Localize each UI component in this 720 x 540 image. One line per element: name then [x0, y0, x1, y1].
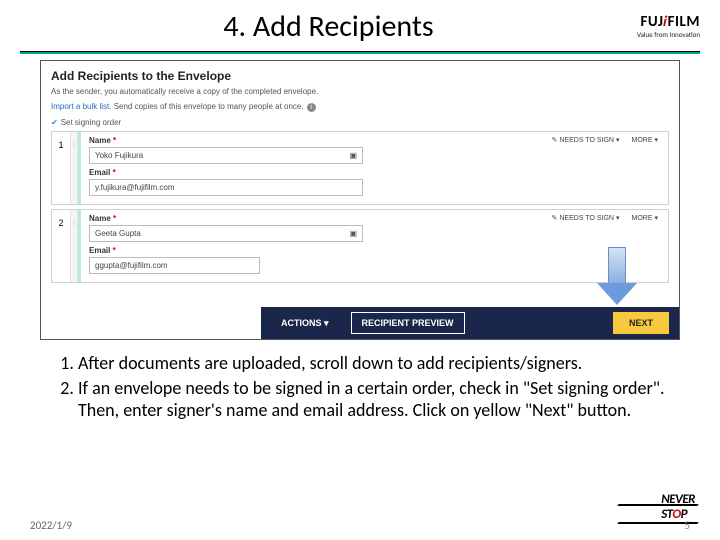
- addressbook-icon[interactable]: ▣: [350, 151, 358, 160]
- more-dropdown[interactable]: MORE ▾: [631, 214, 658, 222]
- recipient-row: 1 ⋮⋮ ✎NEEDS TO SIGN ▾ MORE ▾ Name * Yoko…: [51, 131, 669, 205]
- instructions: After documents are uploaded, scroll dow…: [50, 352, 670, 422]
- page-number: 5: [684, 519, 690, 532]
- action-bar: ACTIONS ▾ RECIPIENT PREVIEW NEXT: [261, 307, 679, 339]
- addressbook-icon[interactable]: ▣: [350, 229, 358, 238]
- drag-handle-icon[interactable]: ⋮⋮: [70, 210, 78, 282]
- recipient-order[interactable]: 2: [52, 210, 70, 282]
- instruction-item: If an envelope needs to be signed in a c…: [78, 377, 670, 422]
- name-field[interactable]: Yoko Fujikura ▣: [89, 147, 363, 164]
- pen-icon: ✎: [552, 214, 558, 222]
- recipient-order[interactable]: 1: [52, 132, 70, 204]
- instruction-item: After documents are uploaded, scroll dow…: [78, 352, 670, 375]
- recipient-row: 2 ⋮⋮ ✎NEEDS TO SIGN ▾ MORE ▾ Name * Geet…: [51, 209, 669, 283]
- import-bulk-link[interactable]: Import a bulk list. Send copies of this …: [51, 102, 669, 112]
- screenshot-heading: Add Recipients to the Envelope: [51, 69, 669, 83]
- needs-to-sign-dropdown[interactable]: ✎NEEDS TO SIGN ▾: [552, 214, 620, 222]
- actions-dropdown[interactable]: ACTIONS ▾: [271, 313, 339, 334]
- name-label: Name: [89, 214, 111, 223]
- needs-to-sign-dropdown[interactable]: ✎NEEDS TO SIGN ▾: [552, 136, 620, 144]
- callout-arrow: [597, 247, 637, 307]
- footer-date: 2022/1/9: [30, 519, 72, 532]
- name-field[interactable]: Geeta Gupta ▣: [89, 225, 363, 242]
- divider-accent: [20, 52, 700, 54]
- email-field[interactable]: ggupta@fujifilm.com: [89, 257, 260, 274]
- info-icon[interactable]: i: [307, 103, 316, 112]
- email-label: Email: [89, 246, 110, 255]
- drag-handle-icon[interactable]: ⋮⋮: [70, 132, 78, 204]
- signing-order-label: Set signing order: [61, 118, 121, 127]
- email-label: Email: [89, 168, 110, 177]
- screenshot-subtext: As the sender, you automatically receive…: [51, 87, 669, 96]
- logo-part: FILM: [668, 13, 700, 31]
- check-icon: ✔: [51, 118, 58, 127]
- next-button[interactable]: NEXT: [613, 312, 669, 334]
- logo-tagline: Value from Innovation: [637, 31, 700, 38]
- slide-title: 4. Add Recipients: [20, 8, 637, 45]
- fujifilm-logo: FUJiFILM Value from Innovation: [637, 15, 700, 38]
- recipient-preview-button[interactable]: RECIPIENT PREVIEW: [351, 312, 465, 334]
- link-text: Import a bulk list.: [51, 102, 111, 111]
- email-field[interactable]: y.fujikura@fujifilm.com: [89, 179, 363, 196]
- pen-icon: ✎: [552, 136, 558, 144]
- name-label: Name: [89, 136, 111, 145]
- more-dropdown[interactable]: MORE ▾: [631, 136, 658, 144]
- never-stop-logo: NEVER STOP: [661, 492, 695, 522]
- logo-part: FUJ: [641, 13, 664, 31]
- envelope-screenshot: Add Recipients to the Envelope As the se…: [40, 60, 680, 340]
- set-signing-order-checkbox[interactable]: ✔Set signing order: [51, 118, 669, 127]
- link-desc: Send copies of this envelope to many peo…: [111, 102, 303, 111]
